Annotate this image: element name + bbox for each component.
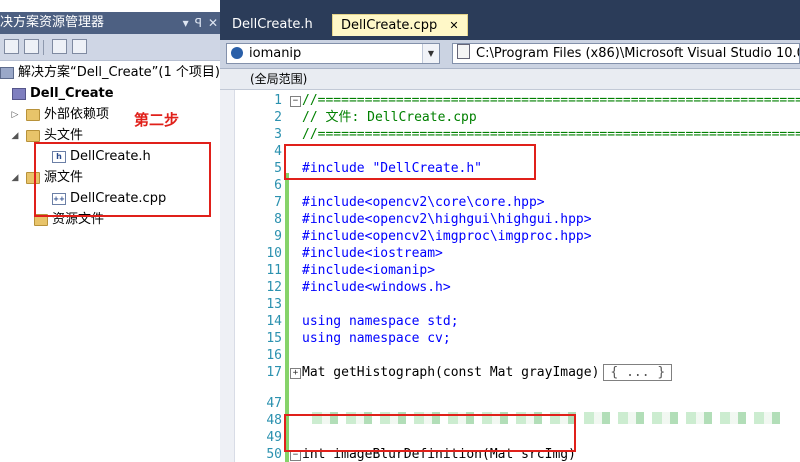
tree-item-project[interactable]: Dell_Create — [12, 84, 114, 104]
annotation-step-two: 第二步 — [134, 111, 180, 129]
line-number: 50 — [266, 447, 282, 462]
code-line: Mat getHistograph(const Mat grayImage){ … — [302, 364, 673, 381]
solution-explorer-title-bar: 决方案资源管理器 ▾ ꟼ ✕ — [0, 12, 220, 34]
line-number: 6 — [274, 178, 282, 193]
folder-open-icon — [26, 130, 40, 142]
line-number: 7 — [274, 195, 282, 210]
line-number: 48 — [266, 413, 282, 428]
line-number: 12 — [266, 280, 282, 295]
line-number: 49 — [266, 430, 282, 445]
collapse-toggle-icon[interactable]: − — [290, 96, 301, 107]
tree-item-external-deps[interactable]: ▷ 外部依赖项 — [10, 105, 109, 125]
code-line: #include<opencv2\highgui\highgui.hpp> — [302, 212, 592, 227]
pin-icon[interactable]: ꟼ — [195, 12, 202, 34]
code-line: #include<opencv2\imgproc\imgproc.hpp> — [302, 229, 592, 244]
collapse-arrow-icon[interactable]: ◢ — [10, 126, 20, 146]
navigation-bar: iomanip ▼ C:\Program Files (x86)\Microso… — [220, 40, 800, 69]
project-icon — [12, 88, 26, 100]
line-number: 5 — [274, 161, 282, 176]
folder-icon — [26, 109, 40, 121]
file-path-combo[interactable]: C:\Program Files (x86)\Microsoft Visual … — [452, 43, 800, 64]
annotation-highlight-box — [284, 414, 576, 452]
code-line: #include<windows.h> — [302, 280, 451, 295]
class-diagram-icon[interactable] — [72, 39, 87, 54]
line-number: 3 — [274, 127, 282, 142]
annotation-highlight-box — [34, 142, 211, 217]
code-line: #include<iomanip> — [302, 263, 436, 278]
solution-explorer-panel: 决方案资源管理器 ▾ ꟼ ✕ 解决方案“Dell_Create”(1 个项目) … — [0, 0, 220, 462]
expand-arrow-icon[interactable]: ▷ — [10, 105, 20, 125]
tab-dellcreate-cpp[interactable]: DellCreate.cpp ✕ — [332, 14, 468, 36]
code-line: // 文件: DellCreate.cpp — [302, 110, 477, 125]
scope-combo[interactable]: iomanip ▼ — [226, 43, 440, 64]
dropdown-icon[interactable]: ▾ — [183, 12, 189, 34]
solution-explorer-toolbar — [0, 34, 220, 61]
code-line: //======================================… — [302, 93, 800, 108]
code-line: #include<iostream> — [302, 246, 443, 261]
solution-explorer-title: 决方案资源管理器 — [0, 15, 105, 30]
code-line: //======================================… — [302, 127, 800, 142]
collapsed-region[interactable]: { ... } — [603, 364, 673, 381]
solution-icon — [0, 67, 14, 79]
show-all-files-icon[interactable] — [24, 39, 39, 54]
line-number: 8 — [274, 212, 282, 227]
line-number: 14 — [266, 314, 282, 329]
line-number: 4 — [274, 144, 282, 159]
line-number: 16 — [266, 348, 282, 363]
code-line: using namespace cv; — [302, 331, 451, 346]
close-tab-icon[interactable]: ✕ — [449, 19, 458, 32]
line-number: 10 — [266, 246, 282, 261]
line-number: 1 — [274, 93, 282, 108]
code-line: #include<opencv2\core\core.hpp> — [302, 195, 545, 210]
toolbar-separator — [43, 40, 44, 55]
line-number: 13 — [266, 297, 282, 312]
line-number: 9 — [274, 229, 282, 244]
code-line: using namespace std; — [302, 314, 459, 329]
indicator-margin — [220, 90, 235, 462]
code-editor[interactable]: 1 2 3 4 5 6 7 8 9 10 11 12 13 14 15 16 1… — [220, 90, 800, 462]
close-icon[interactable]: ✕ — [208, 12, 218, 34]
namespace-icon — [231, 47, 243, 59]
annotation-highlight-box — [284, 144, 536, 180]
line-number: 47 — [266, 396, 282, 411]
editor-tab-strip: DellCreate.h DellCreate.cpp ✕ — [220, 12, 800, 36]
file-icon — [457, 44, 470, 59]
line-number: 2 — [274, 110, 282, 125]
line-number: 15 — [266, 331, 282, 346]
tab-dellcreate-h[interactable]: DellCreate.h — [224, 14, 321, 36]
chevron-down-icon[interactable]: ▼ — [422, 44, 439, 63]
line-number: 17 — [266, 365, 282, 380]
scope-bar[interactable]: (全局范围) — [220, 69, 800, 90]
line-number: 11 — [266, 263, 282, 278]
expand-toggle-icon[interactable]: + — [290, 368, 301, 379]
refresh-icon[interactable] — [52, 39, 67, 54]
properties-icon[interactable] — [4, 39, 19, 54]
collapse-arrow-icon[interactable]: ◢ — [10, 168, 20, 188]
tree-item-solution[interactable]: 解决方案“Dell_Create”(1 个项目) — [0, 63, 220, 83]
